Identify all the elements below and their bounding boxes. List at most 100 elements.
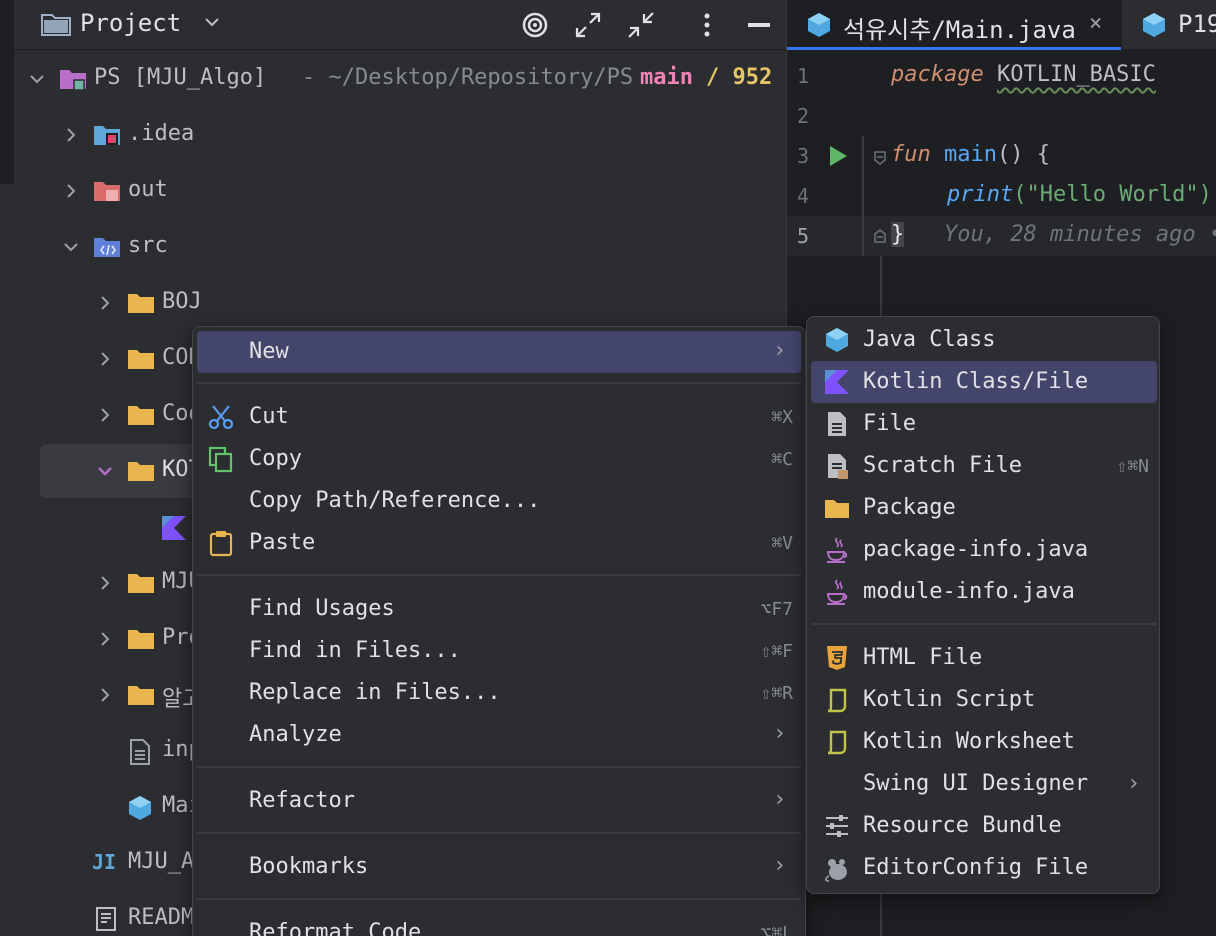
java-class-icon [1143,13,1165,37]
menu-item-copy-path[interactable]: Copy Path/Reference... [197,480,801,522]
fold-end-icon[interactable] [873,228,887,244]
tree-item-label: READM [128,905,195,930]
tree-item-root[interactable]: PS [MJU_Algo] - ~/Desktop/Repository/PS … [14,52,799,108]
submenu-item-label: HTML File [863,645,983,670]
module-file-icon: JI [92,850,117,874]
submenu-item-module-info[interactable]: module-info.java [811,571,1157,613]
git-blame-inlay: You, 28 minutes ago • [944,222,1216,247]
tab-label: P19 [1178,10,1216,38]
menu-item-find-in-files[interactable]: Find in Files... ⇧⌘F [197,630,801,672]
submenu-item-kotlin-class[interactable]: Kotlin Class/File [811,361,1157,403]
submenu-item-html-file[interactable]: HTML File [811,637,1157,679]
tab-main-java[interactable]: 석유시추/Main.java × [787,0,1121,50]
kotlin-file-icon [162,516,186,540]
expand-all-icon[interactable] [573,10,603,40]
tab-label: 석유시추/Main.java [843,16,1076,44]
code-line-2[interactable]: 2 [787,96,1216,136]
folder-icon [128,350,154,369]
submenu-item-label: Scratch File [863,453,1022,478]
menu-shortcut: ⇧⌘N [1116,456,1149,477]
tree-item-idea[interactable]: .idea [14,108,786,164]
more-options-icon[interactable] [692,10,722,40]
function-name: main [944,142,997,167]
chevron-right-icon[interactable] [62,126,80,144]
code-line-3[interactable]: 3 fun main() { [787,136,1216,176]
submenu-item-package-info[interactable]: package-info.java [811,529,1157,571]
scratch-file-icon [828,454,848,479]
menu-item-refactor[interactable]: Refactor › [197,780,801,822]
new-submenu: Java Class Kotlin Class/File File Scratc… [806,316,1160,894]
menu-item-replace-in-files[interactable]: Replace in Files... ⇧⌘R [197,672,801,714]
chevron-right-icon[interactable] [96,294,114,312]
submenu-arrow-icon: › [1127,771,1141,796]
locate-target-icon[interactable] [520,10,550,40]
chevron-right-icon[interactable] [96,574,114,592]
module-folder-icon [60,70,86,91]
menu-item-bookmarks[interactable]: Bookmarks › [197,846,801,888]
submenu-item-label: Kotlin Script [863,687,1036,712]
menu-item-new[interactable]: New › [197,331,801,373]
menu-item-cut[interactable]: Cut ⌘X [197,396,801,438]
submenu-item-file[interactable]: File [811,403,1157,445]
submenu-item-swing-ui[interactable]: Swing UI Designer › [811,763,1157,805]
chevron-right-icon[interactable] [62,182,80,200]
submenu-item-label: File [863,411,916,436]
submenu-item-label: Kotlin Worksheet [863,729,1075,754]
tree-item-label: .idea [128,121,195,146]
menu-shortcut: ⌘V [771,533,793,554]
close-icon[interactable]: × [1089,13,1109,35]
chevron-right-icon[interactable] [96,686,114,704]
menu-item-copy[interactable]: Copy ⌘C [197,438,801,480]
run-icon[interactable] [827,144,849,168]
submenu-item-kotlin-worksheet[interactable]: Kotlin Worksheet [811,721,1157,763]
code-line-1[interactable]: 1 package KOTLIN_BASIC [787,56,1216,96]
editorconfig-mouse-icon [825,859,847,882]
chevron-down-icon[interactable] [202,12,222,32]
line-number: 5 [796,224,809,248]
menu-item-analyze[interactable]: Analyze › [197,714,801,756]
project-panel-header: Project [14,0,786,50]
chevron-right-icon[interactable] [96,350,114,368]
submenu-item-scratch-file[interactable]: Scratch File ⇧⌘N [811,445,1157,487]
package-name: KOTLIN_BASIC [996,62,1156,87]
submenu-item-editorconfig[interactable]: EditorConfig File [811,847,1157,889]
tree-item-boj[interactable]: BOJ [14,276,786,332]
tree-item-src[interactable]: src [14,220,786,276]
markdown-file-icon [96,907,116,931]
menu-shortcut: ⇧⌘F [760,641,793,662]
submenu-item-kotlin-script[interactable]: Kotlin Script [811,679,1157,721]
text-file-icon [130,739,150,765]
menu-item-label: Paste [249,530,316,555]
submenu-item-label: module-info.java [863,579,1075,604]
submenu-item-label: package-info.java [863,537,1089,562]
menu-separator [197,898,801,900]
submenu-item-label: Resource Bundle [863,813,1062,838]
chevron-right-icon[interactable] [96,406,114,424]
code-line-4[interactable]: 4 print("Hello World") [787,176,1216,216]
fold-icon[interactable] [873,150,887,166]
tree-item-label: out [128,177,168,202]
tree-item-label: MJU_A [128,849,195,874]
menu-item-find-usages[interactable]: Find Usages ⌥F7 [197,588,801,630]
tab-p19[interactable]: P19 [1121,0,1216,50]
code-tail: () { [996,142,1050,167]
tree-item-out[interactable]: out [14,164,786,220]
chevron-down-icon[interactable] [96,462,114,480]
menu-item-reformat-code[interactable]: Reformat Code ⌥⌘L [197,912,801,936]
chevron-right-icon[interactable] [96,630,114,648]
project-panel-title[interactable]: Project [80,9,181,37]
menu-item-paste[interactable]: Paste ⌘V [197,522,801,564]
submenu-item-package[interactable]: Package [811,487,1157,529]
chevron-down-icon[interactable] [62,238,80,256]
git-branch: main [640,65,693,90]
code-line-5[interactable]: 5 } You, 28 minutes ago • [787,216,1216,256]
menu-item-label: Reformat Code [249,920,422,936]
chevron-down-icon[interactable] [28,70,46,88]
menu-item-label: Copy Path/Reference... [249,488,541,513]
folder-icon [128,686,154,705]
submenu-item-resource-bundle[interactable]: Resource Bundle [811,805,1157,847]
minimize-icon[interactable] [744,10,774,40]
line-number: 2 [796,104,809,128]
collapse-all-icon[interactable] [626,10,656,40]
submenu-item-java-class[interactable]: Java Class [811,319,1157,361]
